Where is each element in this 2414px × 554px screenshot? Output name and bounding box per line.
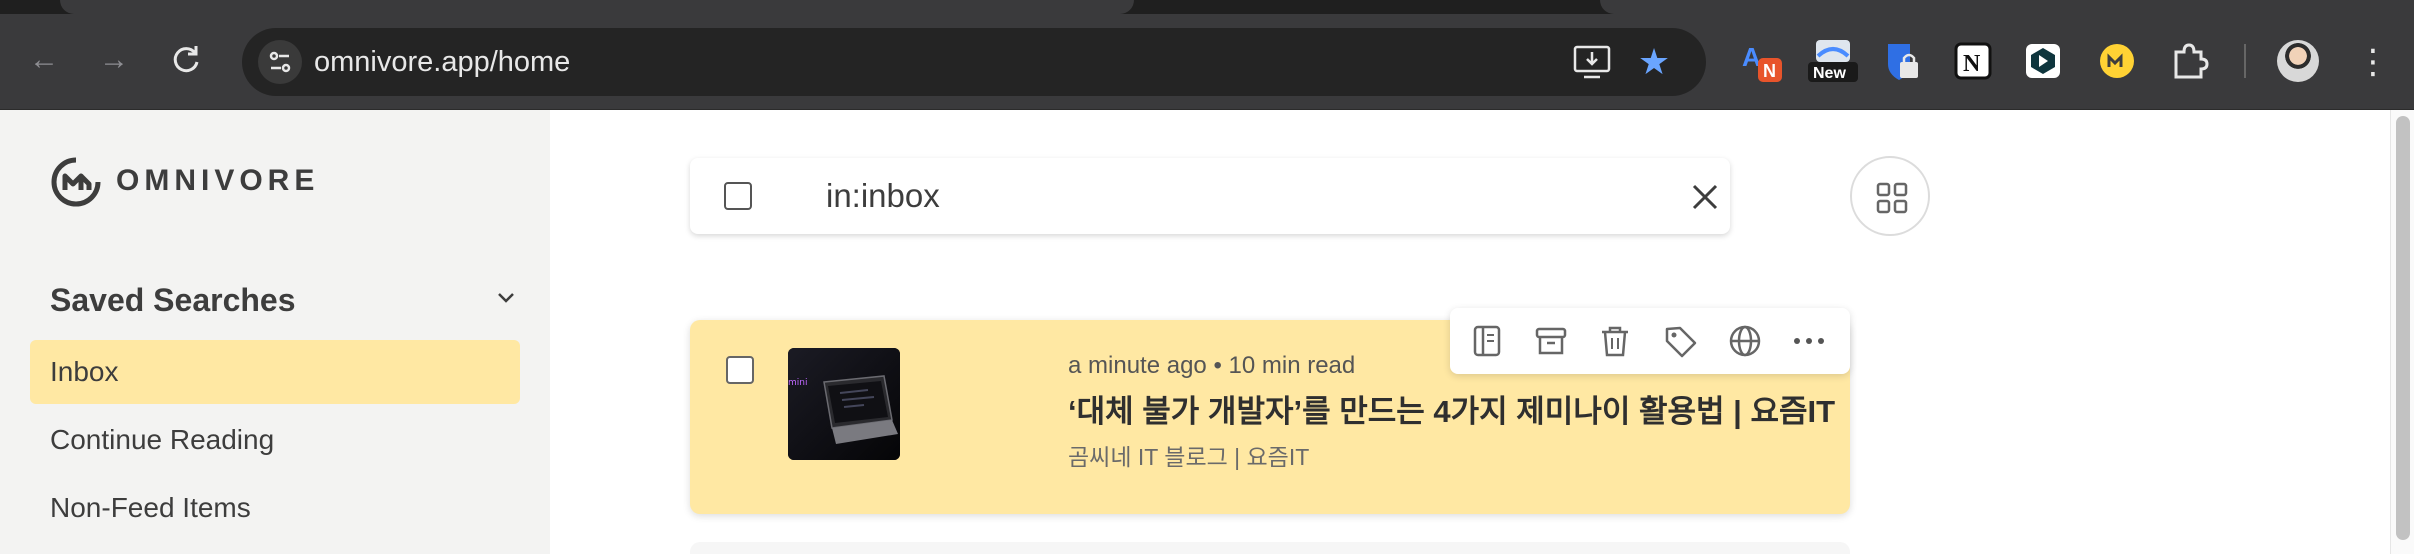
- forward-arrow-icon[interactable]: →: [96, 42, 132, 78]
- open-reader-icon[interactable]: [1468, 322, 1506, 360]
- chevron-down-icon[interactable]: [492, 284, 520, 312]
- grid-icon: [1876, 182, 1908, 214]
- sidebar: OMNIVORE Saved Searches Inbox Continue R…: [0, 110, 550, 554]
- extensions-puzzle-icon[interactable]: [2168, 40, 2210, 82]
- sidebar-item-inbox[interactable]: Inbox: [30, 340, 520, 404]
- item-time: a minute ago: [1068, 352, 1207, 379]
- list-item[interactable]: [690, 542, 1850, 554]
- item-title[interactable]: ‘대체 불가 개발자’를 만드는 4가지 제미나이 활용법 | 요즘IT: [1068, 392, 1835, 432]
- svg-text:N: N: [1763, 61, 1776, 81]
- item-thumbnail[interactable]: mini: [788, 348, 900, 460]
- tag-icon[interactable]: [1662, 322, 1700, 360]
- svg-text:N: N: [1963, 51, 1981, 77]
- scrollbar-thumb[interactable]: [2396, 116, 2410, 540]
- brand-wordmark: OMNIVORE: [116, 164, 320, 197]
- select-all-checkbox[interactable]: [724, 182, 752, 210]
- thumbnail-caption: mini: [788, 378, 808, 388]
- profile-avatar[interactable]: [2277, 40, 2319, 82]
- new-extension-icon[interactable]: New: [1808, 40, 1858, 82]
- dashlane-icon[interactable]: [2022, 40, 2064, 82]
- translate-extension-icon[interactable]: AN: [1740, 40, 1782, 82]
- browser-tab[interactable]: [60, 0, 1134, 14]
- install-app-icon[interactable]: [1572, 44, 1612, 80]
- omnivore-extension-icon[interactable]: [2096, 40, 2138, 82]
- item-meta: a minute ago • 10 min read: [1068, 351, 1355, 381]
- site-settings-icon[interactable]: [258, 40, 302, 84]
- item-checkbox[interactable]: [726, 356, 754, 384]
- section-title: Saved Searches: [50, 282, 296, 318]
- omnivore-logo-icon: [51, 157, 101, 207]
- browser-menu-icon[interactable]: ⋮: [2356, 42, 2390, 82]
- item-source: 곰씨네 IT 블로그 | 요즘IT: [1068, 444, 1310, 470]
- close-icon[interactable]: [1690, 182, 1720, 212]
- archive-icon[interactable]: [1532, 322, 1570, 360]
- laptop-image: [788, 348, 900, 460]
- url-text[interactable]: omnivore.app/home: [314, 47, 570, 77]
- notion-icon[interactable]: N: [1952, 40, 1994, 82]
- address-bar[interactable]: omnivore.app/home ★: [242, 28, 1706, 96]
- search-bar[interactable]: in:inbox: [690, 158, 1730, 234]
- tab-strip: [0, 0, 2414, 14]
- globe-icon[interactable]: [1726, 322, 1764, 360]
- bitwarden-icon[interactable]: [1880, 40, 1922, 82]
- toolbar-divider: [2244, 44, 2246, 78]
- search-input[interactable]: in:inbox: [826, 176, 940, 216]
- sidebar-item-continue-reading[interactable]: Continue Reading: [30, 408, 520, 472]
- more-options-icon[interactable]: [1790, 322, 1828, 360]
- sidebar-item-non-feed-items[interactable]: Non-Feed Items: [30, 476, 520, 540]
- main-content: in:inbox mini a minute ago • 10 min read…: [550, 110, 2390, 554]
- trash-icon[interactable]: [1596, 322, 1634, 360]
- browser-toolbar: ← → omnivore.app/home ★ AN New N ⋮: [0, 14, 2414, 110]
- bookmark-star-icon[interactable]: ★: [1634, 42, 1674, 82]
- svg-text:New: New: [1813, 65, 1846, 82]
- item-actions-toolbar: [1450, 308, 1850, 374]
- browser-tab[interactable]: [1600, 0, 2414, 14]
- item-read-time: 10 min read: [1228, 352, 1356, 379]
- saved-searches-header[interactable]: Saved Searches: [50, 280, 520, 320]
- reload-icon[interactable]: [168, 42, 204, 78]
- layout-toggle-button[interactable]: [1850, 156, 1930, 236]
- page-scrollbar[interactable]: [2390, 110, 2414, 554]
- back-arrow-icon[interactable]: ←: [26, 42, 62, 78]
- meta-separator: •: [1213, 352, 1222, 379]
